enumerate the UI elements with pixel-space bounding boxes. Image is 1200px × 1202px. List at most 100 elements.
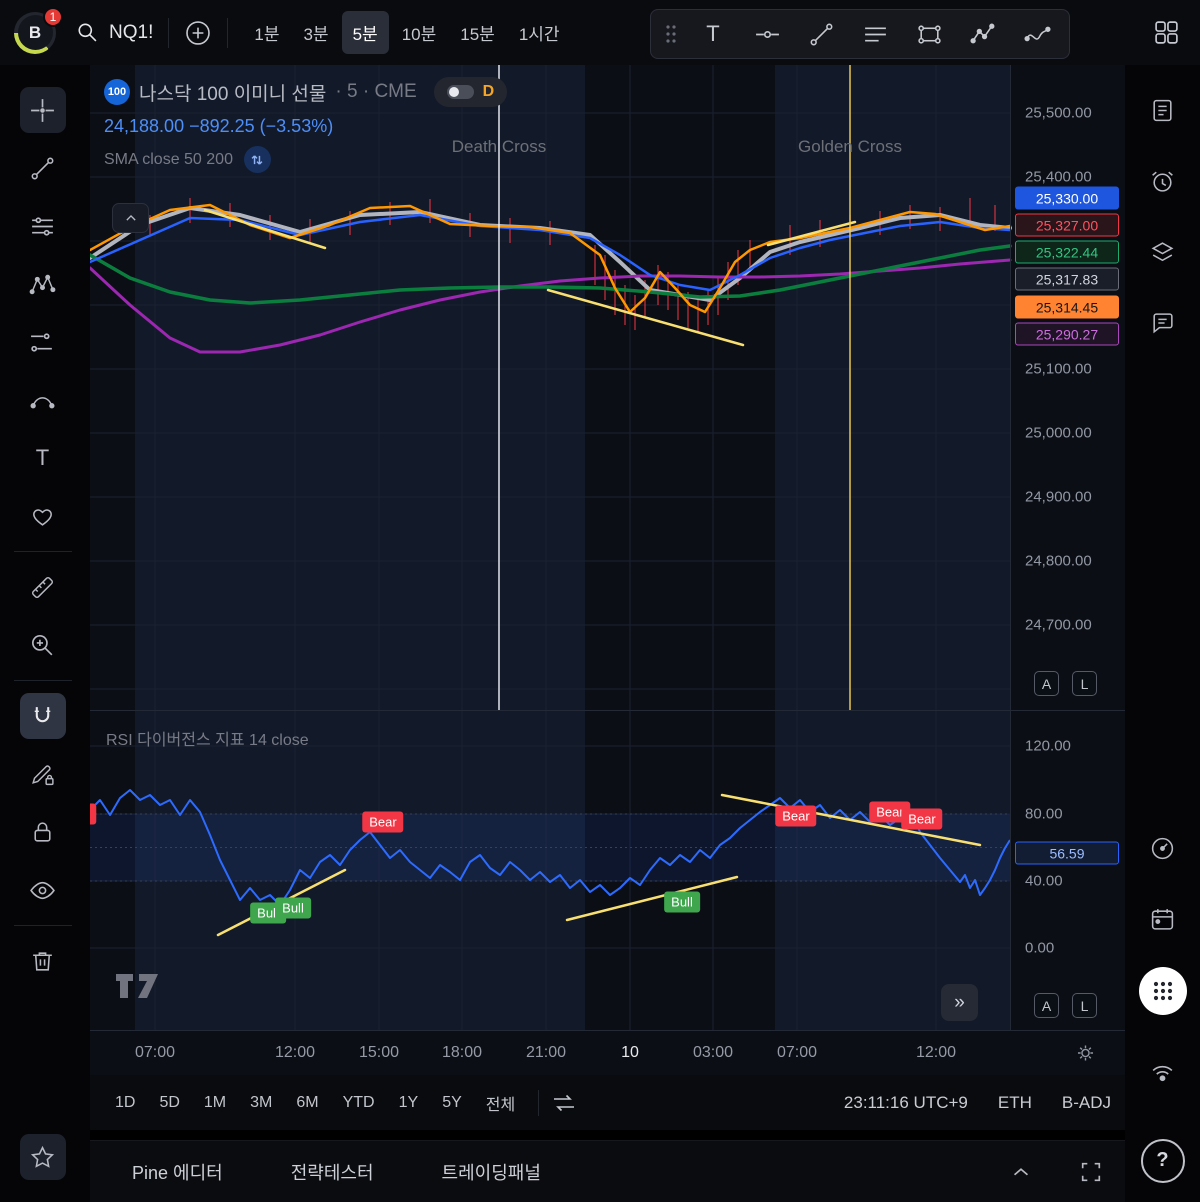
panel-expand-up-button[interactable]: [1009, 1160, 1033, 1184]
tab-trading-panel[interactable]: 트레이딩패널: [442, 1159, 541, 1185]
interval-1min[interactable]: 1분: [243, 11, 290, 54]
price-line-label[interactable]: 25,330.00: [1015, 187, 1119, 210]
interval-10min[interactable]: 10분: [391, 11, 448, 54]
drag-handle[interactable]: [659, 14, 683, 54]
text-annotation-tool[interactable]: [20, 435, 66, 481]
indicator-arrows-button[interactable]: [244, 146, 271, 173]
tradingview-logo[interactable]: [114, 971, 160, 1001]
zoom-tool[interactable]: [20, 622, 66, 668]
horizontal-line-tool-button[interactable]: [743, 14, 791, 54]
session-eth-button[interactable]: ETH: [998, 1093, 1032, 1113]
watchlist-button[interactable]: [1138, 75, 1188, 146]
tab-strategy-tester[interactable]: 전략테스터: [291, 1159, 374, 1185]
time-axis[interactable]: 07:0012:0015:0018:0021:001003:0007:0012:…: [90, 1030, 1125, 1075]
layout-grid-button[interactable]: [1153, 19, 1180, 46]
auto-scale-button[interactable]: A: [1034, 671, 1059, 696]
remove-drawings-tool[interactable]: [20, 938, 66, 984]
panel-gap: [90, 1130, 1125, 1140]
price-axis-tick: 25,100.00: [1025, 361, 1092, 378]
measure-ruler-tool[interactable]: [20, 564, 66, 610]
range-ytd[interactable]: YTD: [332, 1087, 386, 1119]
rsi-current-value-label[interactable]: 56.59: [1015, 842, 1119, 865]
interval-5min[interactable]: 5분: [342, 11, 389, 54]
clock-readout[interactable]: 23:11:16 UTC+9: [844, 1093, 968, 1113]
range-3m[interactable]: 3M: [239, 1087, 283, 1119]
bear-divergence-marker[interactable]: Bear: [362, 812, 403, 833]
d-badge: D: [483, 83, 495, 101]
emoji-tool[interactable]: [20, 493, 66, 539]
range-1d[interactable]: 1D: [104, 1087, 146, 1119]
price-line-label[interactable]: 25,322.44: [1015, 241, 1119, 264]
bear-divergence-marker[interactable]: Bear: [90, 804, 97, 825]
magnet-tool[interactable]: [20, 693, 66, 739]
interval-1hour[interactable]: 1시간: [508, 11, 571, 54]
drawing-edit-lock-tool[interactable]: [20, 751, 66, 797]
alerts-button[interactable]: [1138, 146, 1188, 217]
price-line-label[interactable]: 25,314.45: [1015, 296, 1119, 319]
tradingview-logo-icon: [114, 971, 160, 1001]
tab-pine-editor[interactable]: Pine 에디터: [132, 1159, 223, 1185]
crosshair-tool[interactable]: [20, 87, 66, 133]
trend-line-tool-button[interactable]: [797, 14, 845, 54]
polyline-tool-button[interactable]: [959, 14, 1007, 54]
pane-divider[interactable]: [90, 710, 1125, 711]
curve-tool-button[interactable]: [1013, 14, 1061, 54]
lock-all-tool[interactable]: [20, 809, 66, 855]
calendar-button[interactable]: [1138, 884, 1188, 955]
price-chart-canvas[interactable]: [90, 65, 1125, 1075]
axis-settings-gear-button[interactable]: [1074, 1042, 1097, 1065]
bear-divergence-marker[interactable]: Bear: [901, 809, 942, 830]
interval-15min[interactable]: 15분: [449, 11, 506, 54]
range-1y[interactable]: 1Y: [388, 1087, 430, 1119]
parallel-lines-tool-button[interactable]: [851, 14, 899, 54]
range-1m[interactable]: 1M: [193, 1087, 237, 1119]
go-to-date-button[interactable]: [551, 1090, 577, 1116]
adjustment-button[interactable]: B-ADJ: [1062, 1093, 1111, 1113]
help-button[interactable]: [1138, 1125, 1188, 1196]
layers-button[interactable]: [1138, 217, 1188, 288]
scroll-to-realtime-button[interactable]: »: [941, 984, 978, 1021]
indicator-toggle-pill[interactable]: D: [434, 77, 508, 107]
drawing-tools-sidebar: [0, 65, 85, 1202]
bear-divergence-marker[interactable]: Bear: [775, 806, 816, 827]
range-5d[interactable]: 5D: [148, 1087, 190, 1119]
rectangle-tool-button[interactable]: [905, 14, 953, 54]
panel-maximize-button[interactable]: [1079, 1160, 1103, 1184]
rsi-auto-scale-button[interactable]: A: [1034, 993, 1059, 1018]
rsi-indicator-label[interactable]: RSI 다이버전스 지표 14 close: [106, 726, 309, 750]
pencil-lock-icon: [29, 761, 56, 788]
bull-divergence-marker[interactable]: Bull: [275, 898, 311, 919]
favorites-star-tool[interactable]: [20, 1134, 66, 1180]
chart-region[interactable]: BearBearBearBearBearBullBullBullDeath Cr…: [90, 65, 1125, 1075]
symbol-title[interactable]: 나스닥 100 이미니 선물: [139, 79, 326, 106]
arc-tool[interactable]: [20, 377, 66, 423]
trend-line-tool[interactable]: [20, 145, 66, 191]
log-scale-button[interactable]: L: [1072, 671, 1097, 696]
symbol-search-button[interactable]: NQ1!: [76, 21, 153, 44]
price-line-label[interactable]: 25,290.27: [1015, 323, 1119, 346]
toggle-switch[interactable]: [447, 85, 474, 99]
user-avatar[interactable]: B 1: [14, 12, 56, 54]
sma-indicator-label[interactable]: SMA close 50 200: [104, 151, 233, 169]
range-6m[interactable]: 6M: [285, 1087, 329, 1119]
text-tool-icon: [706, 23, 719, 45]
interval-3min[interactable]: 3분: [292, 11, 339, 54]
signal-button[interactable]: [1138, 1036, 1188, 1107]
range-5y[interactable]: 5Y: [431, 1087, 473, 1119]
fib-lines-tool[interactable]: [20, 203, 66, 249]
text-tool-button[interactable]: [689, 14, 737, 54]
gauge-button[interactable]: [1138, 813, 1188, 884]
legend-collapse-button[interactable]: [112, 203, 149, 233]
price-line-label[interactable]: 25,327.00: [1015, 214, 1119, 237]
projection-tool[interactable]: [20, 319, 66, 365]
hide-drawings-tool[interactable]: [20, 867, 66, 913]
range-all[interactable]: 전체: [475, 1084, 526, 1122]
bull-divergence-marker[interactable]: Bull: [664, 892, 700, 913]
xabcd-pattern-tool[interactable]: [20, 261, 66, 307]
apps-grid-button[interactable]: [1138, 955, 1188, 1026]
price-line-label[interactable]: 25,317.83: [1015, 268, 1119, 291]
chat-button[interactable]: [1138, 288, 1188, 359]
compare-add-button[interactable]: [184, 19, 212, 47]
price-axis[interactable]: 25,500.0025,400.0025,100.0025,000.0024,9…: [1010, 65, 1125, 1030]
rsi-log-scale-button[interactable]: L: [1072, 993, 1097, 1018]
